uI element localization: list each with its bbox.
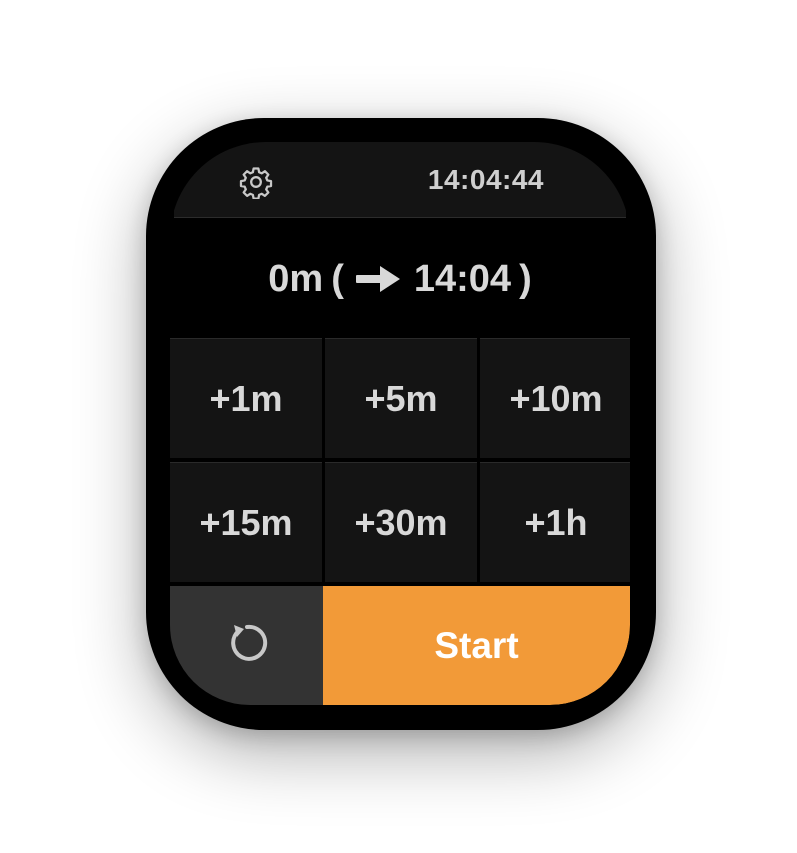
status-bar: 14:04:44 [174,142,626,218]
current-time: 14:04:44 [427,164,544,195]
add-1m-button[interactable]: +1m [170,338,322,458]
open-paren: ( [331,257,344,300]
watch-body: 14:04:44 0m ( 14:04 ) +1m +5m +10m +15m … [146,118,656,730]
add-10m-button[interactable]: +10m [480,338,630,458]
arrow-right-icon [355,264,402,294]
start-button[interactable]: Start [323,586,630,705]
end-time-value: 14:04 [413,257,512,300]
add-1h-button[interactable]: +1h [480,462,630,582]
duration-value: 0m [268,257,324,300]
reset-icon [225,621,269,670]
close-paren: ) [519,257,532,300]
watch-screen: 14:04:44 0m ( 14:04 ) +1m +5m +10m +15m … [170,142,630,705]
add-15m-button[interactable]: +15m [170,462,322,582]
add-30m-button[interactable]: +30m [325,462,477,582]
reset-button[interactable] [170,586,323,705]
add-5m-button[interactable]: +5m [325,338,477,458]
gear-icon[interactable] [236,162,276,202]
timer-summary: 0m ( 14:04 ) [170,254,630,304]
increment-grid: +1m +5m +10m +15m +30m +1h [170,338,630,584]
